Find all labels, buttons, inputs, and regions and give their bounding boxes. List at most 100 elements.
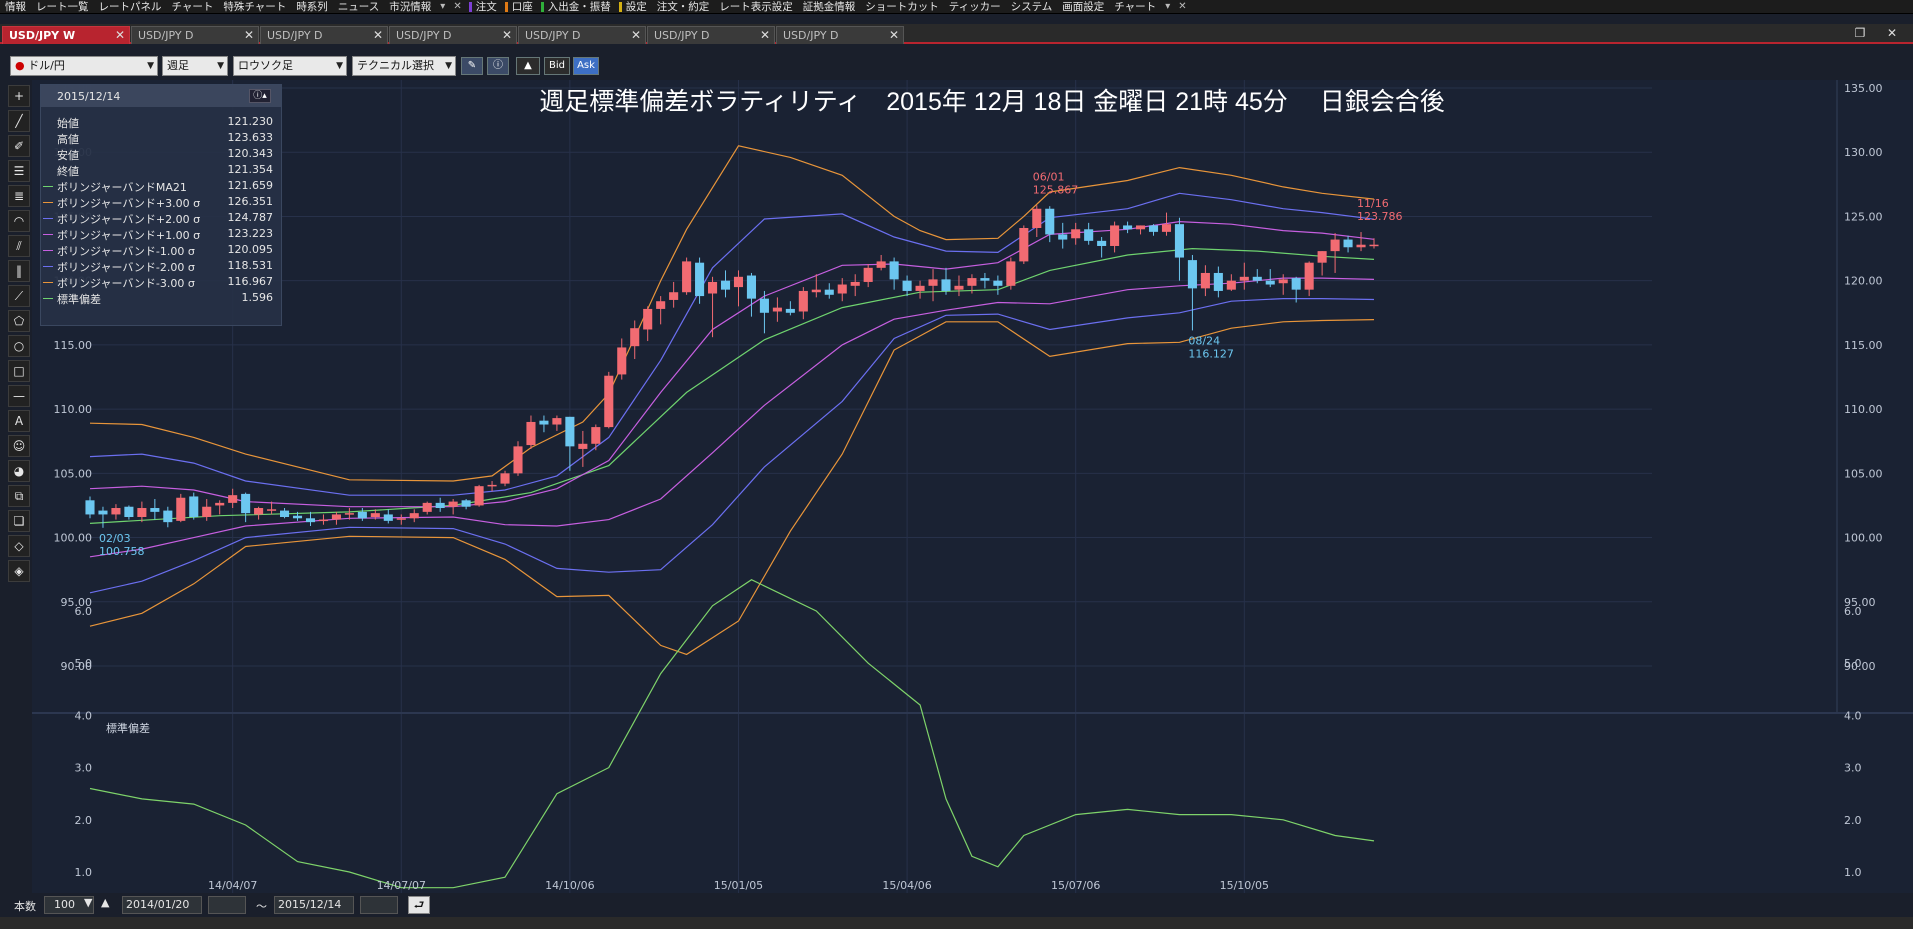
candle-body xyxy=(630,328,640,347)
info-value: 121.354 xyxy=(227,163,274,176)
menu-timeseries[interactable]: 時系列 xyxy=(291,0,333,14)
line-icon[interactable]: — xyxy=(8,385,30,407)
panel-divider[interactable] xyxy=(32,712,1913,714)
currency-select[interactable]: ● ドル/円 ▼ xyxy=(10,56,158,76)
horizontal-lines-icon[interactable]: ☰ xyxy=(8,160,30,182)
emoji-icon[interactable]: ☺ xyxy=(8,435,30,457)
chevron-up-icon[interactable]: ▲ xyxy=(101,896,109,909)
chart-background xyxy=(32,80,1913,893)
tab-usdjpy-d[interactable]: USD/JPY D ✕ xyxy=(389,26,517,44)
pen-icon[interactable]: ✎ xyxy=(461,57,483,75)
tab-usdjpy-d[interactable]: USD/JPY D ✕ xyxy=(776,26,904,44)
menu-chart[interactable]: チャート xyxy=(167,0,219,14)
info-icon[interactable]: ⓘ▴ xyxy=(249,89,271,103)
ask-button[interactable]: Ask xyxy=(573,57,599,75)
from-time-input[interactable] xyxy=(208,896,246,914)
to-time-input[interactable] xyxy=(360,896,398,914)
close-icon[interactable]: ✕ xyxy=(502,28,512,42)
erase-all-icon[interactable]: ◈ xyxy=(8,560,30,582)
menu-special-chart[interactable]: 特殊チャート xyxy=(218,0,291,14)
info-label: ボリンジャーバンドMA21 xyxy=(57,181,187,194)
fan-icon[interactable]: ⫽ xyxy=(8,235,30,257)
close-icon[interactable]: ✕ xyxy=(631,28,641,42)
candle-body xyxy=(163,510,173,523)
menu-order[interactable]: 注文 xyxy=(466,0,502,14)
tab-usdjpy-d[interactable]: USD/JPY D ✕ xyxy=(131,26,259,44)
close-icon[interactable]: ✕ xyxy=(889,28,899,42)
rectangle-icon[interactable]: □ xyxy=(8,360,30,382)
tab-usdjpy-d[interactable]: USD/JPY D ✕ xyxy=(260,26,388,44)
tab-usdjpy-d[interactable]: USD/JPY D ✕ xyxy=(647,26,775,44)
menu-deposit[interactable]: 入出金・振替 xyxy=(538,0,616,14)
vertical-lines-icon[interactable]: ‖ xyxy=(8,260,30,282)
swatch xyxy=(43,218,53,219)
y-tick-label: 105.00 xyxy=(1844,467,1883,480)
menu-chart-2[interactable]: チャート xyxy=(1109,0,1161,14)
close-icon[interactable]: ✕ xyxy=(373,28,383,42)
menu-ticker[interactable]: ティッカー xyxy=(944,0,1006,14)
menu-rate-panel[interactable]: レートパネル xyxy=(94,0,167,14)
info-label: ボリンジャーバンド-3.00 σ xyxy=(57,277,195,290)
menu-order-execution[interactable]: 注文・約定 xyxy=(652,0,715,14)
candle-body xyxy=(1291,278,1301,290)
candle-body xyxy=(1265,280,1275,285)
eraser-icon[interactable]: ◇ xyxy=(8,535,30,557)
menu-news[interactable]: ニュース xyxy=(333,0,384,14)
tab-usdjpy-w[interactable]: USD/JPY W ✕ xyxy=(2,26,130,44)
to-date-input[interactable]: 2015/12/14 xyxy=(274,896,354,914)
chevron-down-icon[interactable]: ▼ xyxy=(84,896,92,909)
menu-info[interactable]: 情報 xyxy=(0,0,31,14)
technical-select[interactable]: テクニカル選択 ▼ xyxy=(352,56,456,76)
from-date-input[interactable]: 2014/01/20 xyxy=(122,896,202,914)
chart-type-select[interactable]: ロウソク足 ▼ xyxy=(233,56,347,76)
menu-rate-list[interactable]: レート一覧 xyxy=(31,0,94,14)
info-value: 124.787 xyxy=(227,211,274,224)
range-tilde: 〜 xyxy=(256,900,267,913)
circle-icon[interactable]: ○ xyxy=(8,335,30,357)
chart-area[interactable]: 135.00 130.00 125.00 120.00 115.00 110.00 105.… xyxy=(32,80,1913,893)
pentagon-icon[interactable]: ⬠ xyxy=(8,310,30,332)
text-icon[interactable]: A xyxy=(8,410,30,432)
return-icon[interactable]: ⮐ xyxy=(408,896,430,914)
menu-rate-display[interactable]: レート表示設定 xyxy=(714,0,798,14)
dropdown-icon[interactable]: ▾ xyxy=(436,1,449,12)
info-icon[interactable]: ⓘ xyxy=(487,57,509,75)
pitchfork-icon[interactable]: ⟋ xyxy=(8,285,30,307)
close-icon[interactable]: ✕ xyxy=(244,28,254,42)
dropdown-icon[interactable]: ▾ xyxy=(1161,1,1174,12)
crosshair-icon[interactable]: + xyxy=(8,85,30,107)
close-icon[interactable]: ✕ xyxy=(1884,26,1900,40)
chevron-down-icon: ▼ xyxy=(217,61,224,71)
period-select[interactable]: 週足 ▼ xyxy=(162,56,228,76)
candle-body xyxy=(811,289,821,293)
restore-icon[interactable]: ❐ xyxy=(1852,26,1868,40)
candle-body xyxy=(993,280,1003,286)
tab-usdjpy-d[interactable]: USD/JPY D ✕ xyxy=(518,26,646,44)
flag-icon: ● xyxy=(15,59,25,72)
menu-settings[interactable]: 設定 xyxy=(616,0,652,14)
info-panel-header[interactable]: 2015/12/14 ⓘ▴ xyxy=(41,85,281,107)
menu-account[interactable]: 口座 xyxy=(502,0,538,14)
paint-icon[interactable]: ◕ xyxy=(8,460,30,482)
ohlc-info-panel[interactable]: 2015/12/14 ⓘ▴ 始値 121.230 高値 123.633 安値 120.… xyxy=(40,84,282,326)
fibonacci-icon[interactable]: ≣ xyxy=(8,185,30,207)
arc-icon[interactable]: ◠ xyxy=(8,210,30,232)
ruler-icon[interactable]: ✐ xyxy=(8,135,30,157)
copy-icon[interactable]: ⧉ xyxy=(8,485,30,507)
x-tick-label: 14/04/07 xyxy=(208,879,257,892)
menu-system[interactable]: システム xyxy=(1006,0,1058,14)
menu-market-info[interactable]: 市況情報 xyxy=(384,0,436,14)
trendline-icon[interactable]: ╱ xyxy=(8,110,30,132)
area-chart-icon[interactable]: ▲ xyxy=(516,57,540,75)
menu-shortcut[interactable]: ショートカット xyxy=(860,0,944,14)
bid-button[interactable]: Bid xyxy=(544,57,570,75)
annotation-date: 11/16 xyxy=(1357,197,1389,210)
menu-screen-settings[interactable]: 画面設定 xyxy=(1057,0,1109,14)
candle-body xyxy=(305,518,316,523)
close-icon[interactable]: ✕ xyxy=(760,28,770,42)
close-icon[interactable]: ✕ xyxy=(449,1,465,12)
close-icon[interactable]: ✕ xyxy=(115,28,125,42)
close-icon[interactable]: ✕ xyxy=(1174,1,1190,12)
menu-margin[interactable]: 証拠金情報 xyxy=(798,0,861,14)
paste-icon[interactable]: ❏ xyxy=(8,510,30,532)
